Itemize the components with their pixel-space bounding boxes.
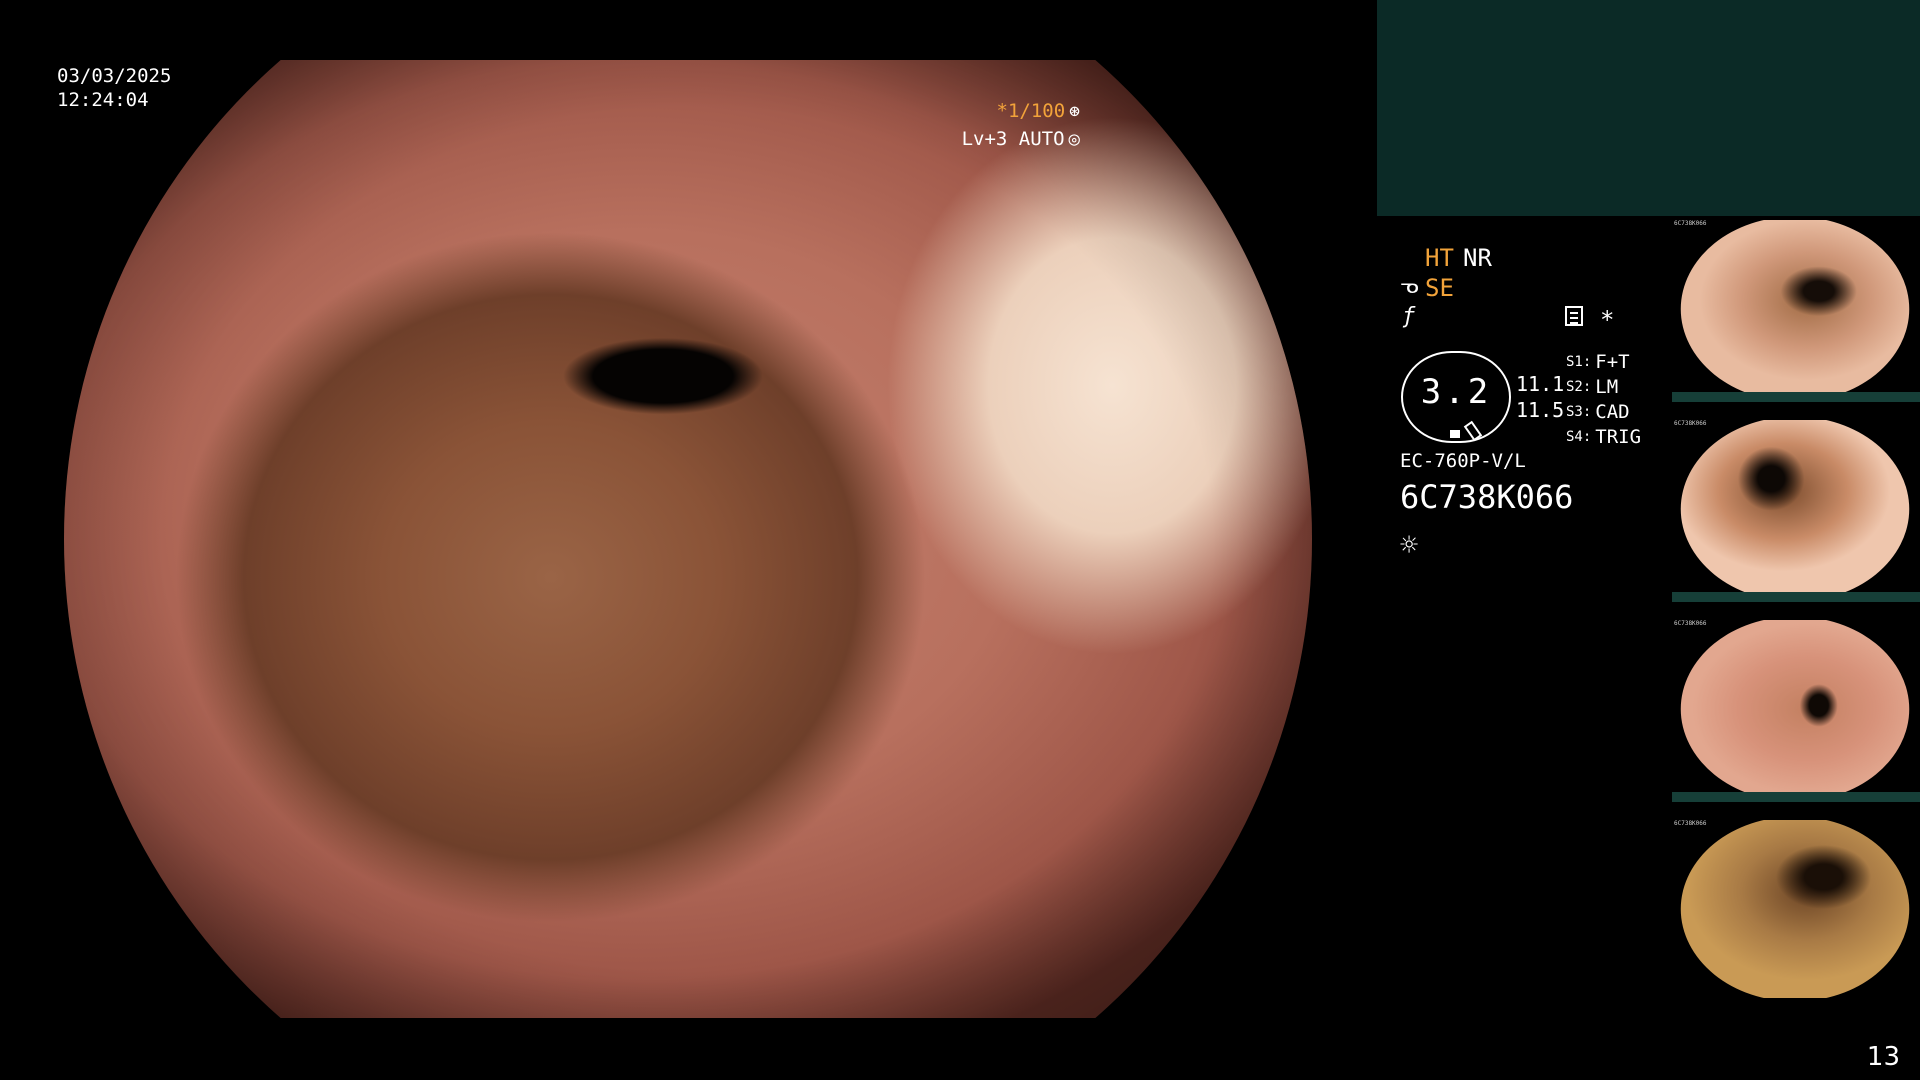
- exposure-text: *1/100: [996, 100, 1066, 122]
- endoscope-main-view: [64, 60, 1312, 1018]
- scope-serial: 6C738K066: [1400, 478, 1574, 516]
- switch-value: CAD: [1595, 401, 1630, 423]
- info-panel-top: [1377, 0, 1920, 216]
- thumbnail-bar: [1672, 792, 1920, 802]
- switch-key: S2:: [1566, 379, 1592, 395]
- thumbnail-serial: 6C738K066: [1674, 420, 1707, 427]
- captured-thumbnail[interactable]: 6C738K066: [1672, 816, 1920, 1006]
- memo-icon: [1565, 306, 1583, 326]
- shutter-icon: ⊛: [1069, 100, 1080, 122]
- thumbnail-serial: 6C738K066: [1674, 820, 1707, 827]
- light-source-icon: ☼: [1400, 528, 1419, 563]
- level-text: Lv+3 AUTO: [961, 128, 1065, 150]
- captured-thumbnail[interactable]: 6C738K066: [1672, 616, 1920, 806]
- thumbnail-bar: [1672, 392, 1920, 402]
- exposure-readout: *1/100 ⊛: [997, 100, 1080, 122]
- thumbnail-image: [1680, 620, 1910, 798]
- datetime: 03/03/2025 12:24:04: [57, 64, 171, 112]
- iris-icon: ◎: [1068, 128, 1080, 150]
- value-a: 11.1: [1516, 372, 1565, 396]
- date-text: 03/03/2025: [57, 65, 172, 87]
- switch-value: LM: [1595, 376, 1619, 398]
- zoom-mark-icon: [1450, 430, 1460, 438]
- switch-row-2: S2: LM: [1566, 375, 1641, 400]
- thumbnail-serial: 6C738K066: [1674, 220, 1707, 227]
- thumbnail-image: [1680, 420, 1910, 598]
- status-ht: HT: [1425, 244, 1454, 272]
- level-readout: Lv+3 AUTO ◎: [962, 128, 1080, 150]
- switch-row-1: S1: F+T: [1566, 350, 1641, 375]
- switch-value: F+T: [1595, 351, 1630, 373]
- color-mode-icon: ƒ: [1402, 304, 1416, 329]
- star-indicator: *: [1600, 306, 1615, 334]
- switch-assignments: S1: F+T S2: LM S3: CAD S4: TRIG: [1566, 350, 1641, 450]
- switch-row-4: S4: TRIG: [1566, 425, 1641, 450]
- zoom-value: 3.2: [1420, 372, 1492, 412]
- scope-model: EC-760P-V/L: [1400, 450, 1526, 472]
- captured-thumbnail[interactable]: 6C738K066: [1672, 216, 1920, 406]
- switch-key: S1:: [1566, 354, 1592, 370]
- switch-key: S4:: [1566, 429, 1592, 445]
- status-se: SE: [1425, 274, 1454, 302]
- thumbnail-bar: [1672, 592, 1920, 602]
- switch-row-3: S3: CAD: [1566, 400, 1641, 425]
- structure-enhance-icon: ᓀ: [1400, 274, 1419, 299]
- status-nr: NR: [1463, 244, 1492, 272]
- captured-thumbnail[interactable]: 6C738K066: [1672, 416, 1920, 606]
- switch-value: TRIG: [1595, 426, 1642, 448]
- page-number: 13: [1866, 1042, 1900, 1072]
- thumbnail-image: [1680, 820, 1910, 998]
- thumbnail-image: [1680, 220, 1910, 398]
- thumbnail-serial: 6C738K066: [1674, 620, 1707, 627]
- value-b: 11.5: [1516, 398, 1565, 422]
- switch-key: S3:: [1566, 404, 1592, 420]
- time-text: 12:24:04: [57, 89, 149, 111]
